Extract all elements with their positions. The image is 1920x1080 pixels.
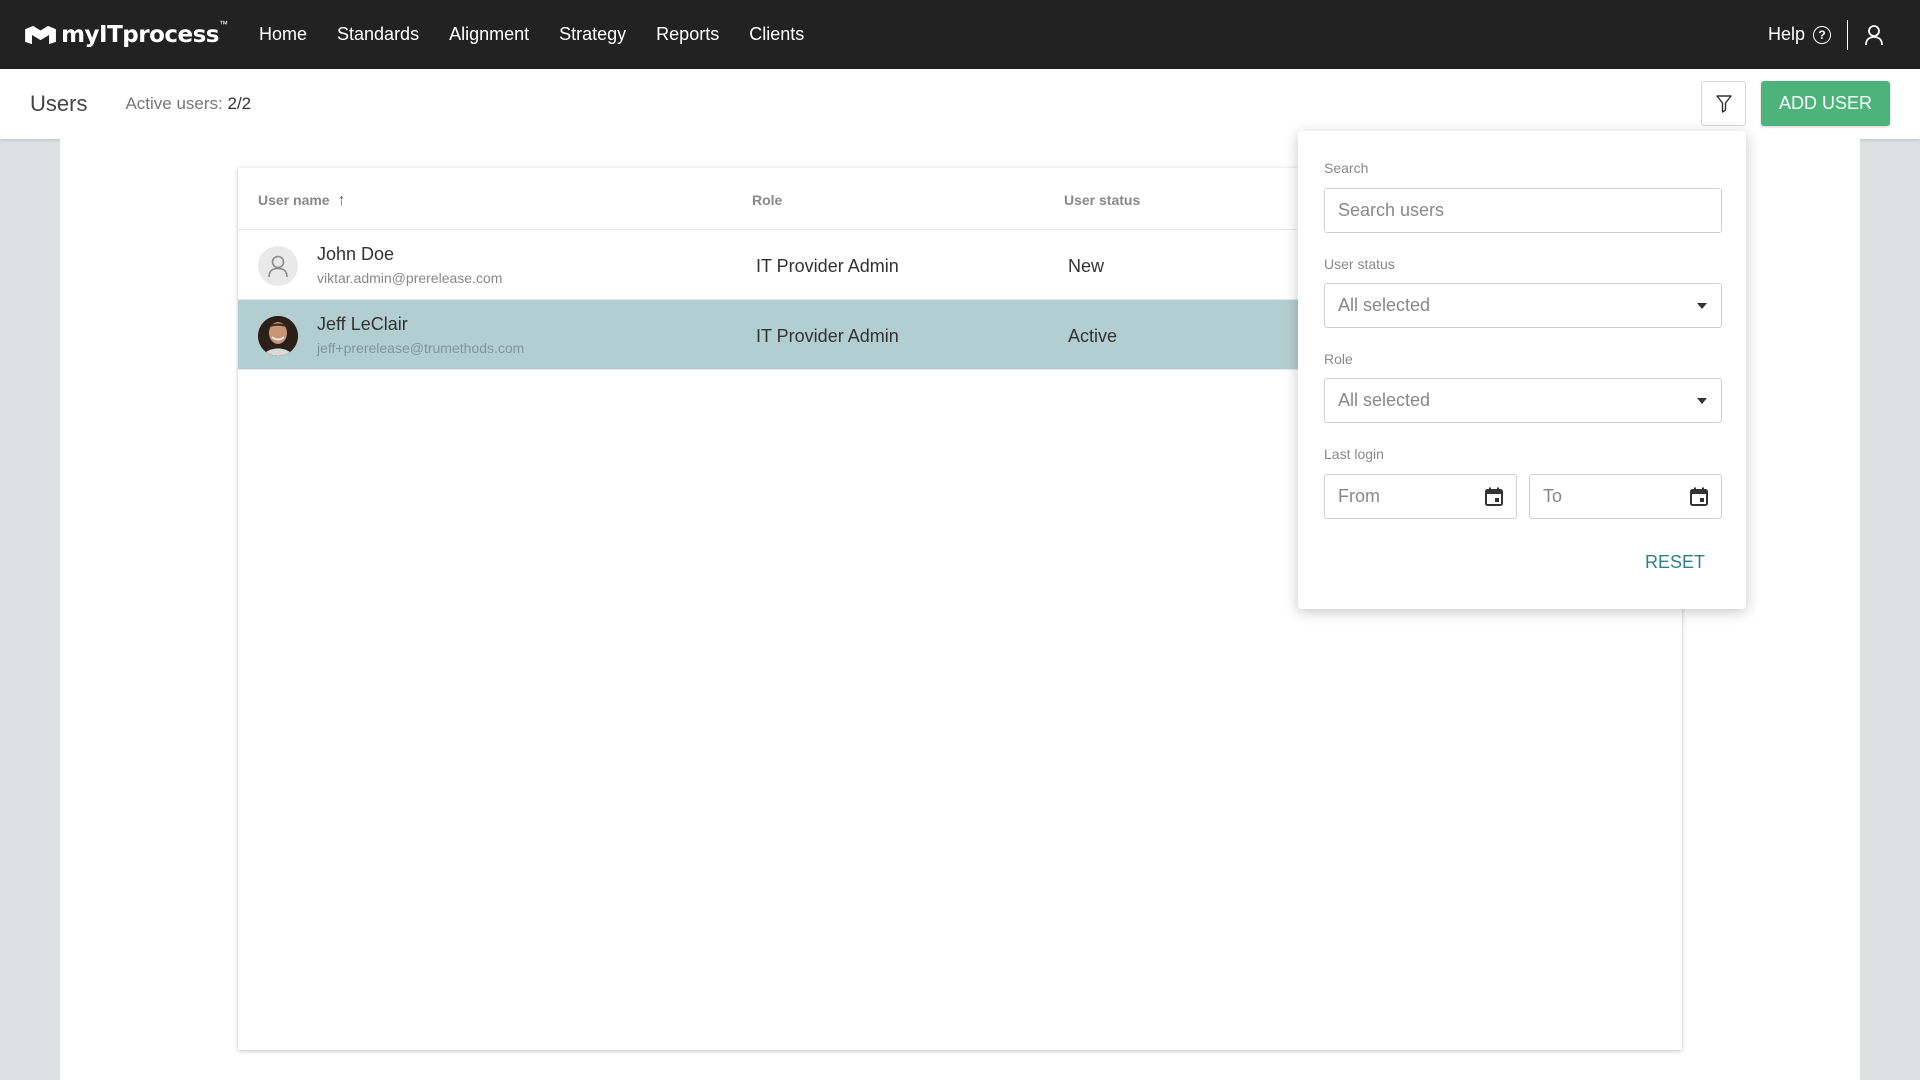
last-login-label: Last login: [1324, 446, 1384, 462]
nav-reports[interactable]: Reports: [641, 24, 734, 45]
calendar-icon[interactable]: [1485, 487, 1503, 506]
funnel-icon: [1715, 94, 1732, 113]
divider: [1847, 19, 1848, 50]
user-status-select[interactable]: All selected: [1324, 283, 1722, 328]
nav-clients[interactable]: Clients: [734, 24, 819, 45]
user-status: New: [1068, 256, 1105, 276]
nav-standards[interactable]: Standards: [322, 24, 434, 45]
user-status: Active: [1068, 326, 1118, 346]
role-value: All selected: [1338, 390, 1431, 410]
role-label: Role: [1324, 351, 1353, 367]
search-label: Search: [1324, 160, 1369, 176]
user-name: Jeff LeClair: [317, 314, 408, 334]
page-header: Users Active users: 2/2 ADD USER: [0, 69, 1920, 139]
user-profile-icon[interactable]: [1864, 24, 1884, 46]
top-right-actions: Help ?: [1768, 0, 1884, 69]
nav-alignment[interactable]: Alignment: [434, 24, 544, 45]
reset-button[interactable]: RESET: [1645, 552, 1705, 573]
avatar-placeholder-icon: [258, 246, 298, 286]
user-name: John Doe: [317, 244, 395, 264]
help-label: Help: [1767, 24, 1805, 44]
filter-panel: Search User status All selected Role All…: [1298, 131, 1746, 609]
dropdown-arrow-icon: [1697, 303, 1707, 309]
date-to-placeholder: To: [1543, 486, 1563, 506]
user-status-value: All selected: [1338, 295, 1431, 315]
brand-trademark: ™: [219, 18, 228, 29]
user-email: jeff+prerelease@trumethods.com: [317, 340, 525, 356]
sort-ascending-icon: ↑: [337, 192, 346, 209]
search-input-wrapper: [1324, 188, 1722, 233]
help-link[interactable]: Help ?: [1768, 24, 1831, 45]
role-select[interactable]: All selected: [1324, 378, 1722, 423]
column-header-username[interactable]: User name ↑: [258, 192, 346, 210]
user-email: viktar.admin@prerelease.com: [317, 270, 503, 286]
date-to-input[interactable]: To: [1529, 474, 1722, 519]
filter-button[interactable]: [1701, 81, 1746, 126]
search-input[interactable]: [1338, 200, 1721, 221]
dropdown-arrow-icon: [1697, 398, 1707, 404]
column-label: User name: [258, 192, 330, 208]
active-users-label: Active users:: [125, 94, 223, 113]
date-from-placeholder: From: [1338, 486, 1380, 506]
page-title: Users: [30, 91, 88, 116]
nav-home[interactable]: Home: [244, 24, 322, 45]
logo-mark-icon: [25, 25, 56, 44]
active-users-count: Active users: 2/2: [125, 94, 251, 114]
avatar: [258, 316, 298, 356]
calendar-icon[interactable]: [1690, 487, 1708, 506]
main-nav: Home Standards Alignment Strategy Report…: [244, 24, 819, 45]
brand-name: myITprocess: [61, 21, 219, 48]
add-user-button[interactable]: ADD USER: [1761, 81, 1890, 126]
column-header-status[interactable]: User status: [1064, 192, 1140, 208]
column-header-role[interactable]: Role: [752, 192, 782, 208]
brand-logo[interactable]: myITprocess ™: [24, 15, 228, 55]
user-status-label: User status: [1324, 256, 1395, 272]
active-users-value: 2/2: [227, 94, 252, 113]
user-role: IT Provider Admin: [756, 326, 899, 346]
user-role: IT Provider Admin: [756, 256, 899, 276]
question-circle-icon: ?: [1813, 25, 1831, 44]
nav-strategy[interactable]: Strategy: [544, 24, 641, 45]
top-nav-bar: myITprocess ™ Home Standards Alignment S…: [0, 0, 1920, 69]
date-from-input[interactable]: From: [1324, 474, 1517, 519]
